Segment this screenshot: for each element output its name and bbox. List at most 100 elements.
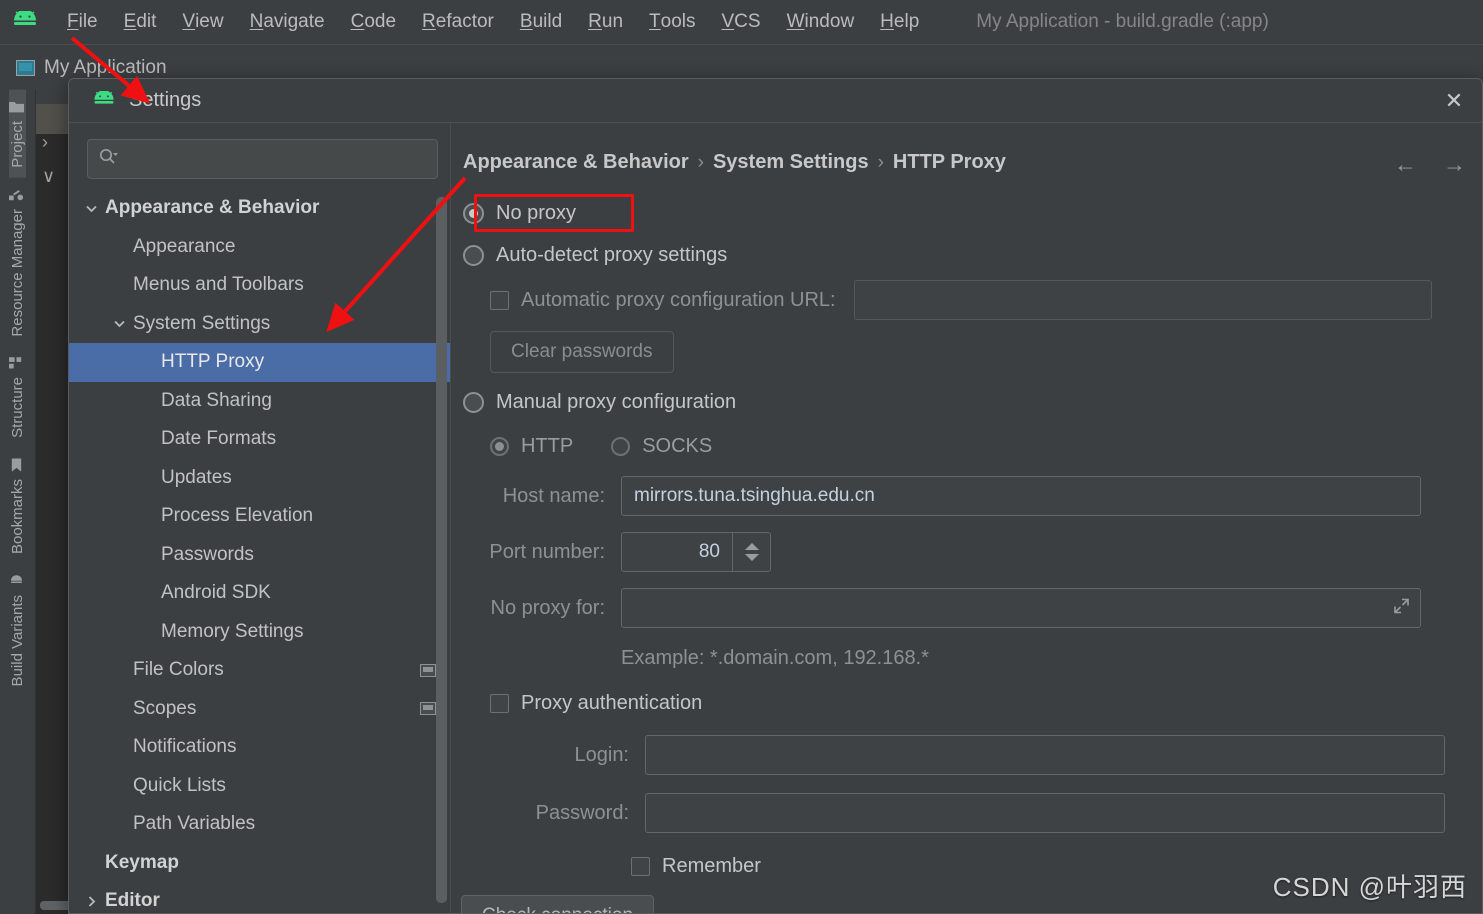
tree-item-passwords[interactable]: Passwords [69, 536, 450, 575]
auto-detect-radio[interactable] [463, 244, 484, 266]
tree-item-updates[interactable]: Updates [69, 459, 450, 498]
manual-proxy-radio[interactable] [463, 391, 484, 413]
no-proxy-for-input[interactable] [621, 588, 1421, 628]
tree-item-menus-and-toolbars[interactable]: Menus and Toolbars [69, 266, 450, 305]
expand-icon[interactable] [1393, 598, 1410, 619]
close-icon[interactable]: ✕ [1426, 79, 1482, 122]
menu-item-edit[interactable]: Edit [111, 0, 170, 44]
host-name-label: Host name: [502, 484, 605, 507]
pac-url-input[interactable] [853, 280, 1432, 320]
no-proxy-radio[interactable] [463, 202, 484, 224]
remember-checkbox[interactable] [631, 856, 650, 876]
port-number-stepper[interactable] [732, 533, 770, 571]
tool-window-label: Structure [9, 377, 26, 439]
tree-item-quick-lists[interactable]: Quick Lists [69, 767, 450, 806]
tree-item-editor[interactable]: Editor [69, 882, 450, 913]
breadcrumb-item-0[interactable]: Appearance & Behavior [463, 151, 689, 174]
project-scope-badge-icon [420, 702, 436, 716]
stepper-down-icon[interactable] [744, 554, 759, 561]
menu-item-refactor[interactable]: Refactor [409, 0, 507, 44]
arrow-right-icon[interactable]: → [1443, 151, 1466, 178]
tool-window-structure[interactable]: Structure [8, 346, 26, 448]
menu-item-code[interactable]: Code [338, 0, 409, 44]
clear-passwords-button[interactable]: Clear passwords [490, 331, 674, 373]
tree-item-label: Process Elevation [161, 505, 314, 527]
tree-item-memory-settings[interactable]: Memory Settings [69, 613, 450, 652]
tool-window-bookmarks[interactable]: Bookmarks [9, 448, 26, 564]
tree-item-notifications[interactable]: Notifications [69, 728, 450, 767]
proxy-auth-checkbox[interactable] [490, 693, 509, 713]
tree-expand-icon[interactable]: › [42, 132, 48, 153]
chevron-down-icon[interactable] [83, 200, 99, 216]
manual-proxy-option[interactable]: Manual proxy configuration [463, 380, 1482, 424]
http-radio[interactable] [490, 436, 509, 456]
chevron-down-icon[interactable] [111, 316, 127, 332]
auto-detect-option[interactable]: Auto-detect proxy settings [463, 234, 1482, 276]
menu-item-tools[interactable]: Tools [636, 0, 708, 44]
tool-window-resource-manager[interactable]: Resource Manager [8, 178, 26, 347]
project-icon [16, 59, 35, 76]
menu-item-vcs[interactable]: V CS [708, 0, 773, 44]
stepper-up-icon[interactable] [744, 543, 759, 550]
tree-item-appearance[interactable]: Appearance [69, 228, 450, 267]
tool-window-label: Project [9, 121, 26, 168]
http-proxy-form: No proxy Auto-detect proxy settings Auto… [451, 174, 1482, 913]
menu-item-navigate[interactable]: Navigate [237, 0, 338, 44]
remember-label: Remember [662, 854, 761, 877]
menu-item-run[interactable]: Run [575, 0, 636, 44]
menu-item-file[interactable]: File [54, 0, 111, 44]
tree-item-label: Data Sharing [161, 389, 272, 411]
proxy-auth-row[interactable]: Proxy authentication [490, 680, 1482, 726]
sidebar-scrollbar[interactable] [436, 197, 447, 903]
tree-item-keymap[interactable]: Keymap [69, 844, 450, 883]
tool-window-build-variants[interactable]: Build Variants [9, 564, 26, 696]
breadcrumb-item-1[interactable]: System Settings [713, 151, 869, 174]
search-box[interactable] [87, 139, 438, 179]
login-input[interactable] [645, 735, 1445, 775]
arrow-left-icon[interactable]: ← [1394, 151, 1417, 178]
check-connection-button[interactable]: Check connection [461, 895, 655, 913]
watermark: CSDN @叶羽西 [1272, 872, 1467, 902]
tree-item-http-proxy[interactable]: HTTP Proxy [69, 343, 450, 382]
host-name-row: Host name: mirrors.tuna.tsinghua.edu.cn [463, 468, 1482, 524]
tree-item-label: System Settings [133, 312, 271, 334]
tree-item-path-variables[interactable]: Path Variables [69, 805, 450, 844]
tree-item-system-settings[interactable]: System Settings [69, 305, 450, 344]
socks-radio[interactable] [611, 436, 631, 456]
menu-item-view[interactable]: View [169, 0, 236, 44]
password-label: Password: [535, 801, 629, 824]
menu-item-window[interactable]: Window [774, 0, 868, 44]
login-row: Login: [463, 726, 1482, 784]
project-chip[interactable]: My Application [16, 57, 167, 79]
tree-item-appearance-behavior[interactable]: Appearance & Behavior [69, 189, 450, 228]
tree-item-label: Android SDK [161, 582, 271, 604]
pac-url-checkbox[interactable] [490, 290, 509, 310]
tree-item-label: File Colors [133, 659, 224, 681]
tree-item-file-colors[interactable]: File Colors [69, 651, 450, 690]
no-proxy-label: No proxy [496, 201, 577, 224]
tree-item-label: Path Variables [133, 813, 256, 835]
tree-item-process-elevation[interactable]: Process Elevation [69, 497, 450, 536]
search-input[interactable] [124, 148, 427, 170]
tree-item-date-formats[interactable]: Date Formats [69, 420, 450, 459]
tree-collapse-icon[interactable]: ∨ [42, 166, 55, 187]
password-input[interactable] [645, 793, 1445, 833]
tree-item-data-sharing[interactable]: Data Sharing [69, 382, 450, 421]
project-name: My Application [44, 56, 167, 78]
tool-window-project[interactable]: Project [8, 90, 26, 178]
chevron-right-icon[interactable] [83, 893, 99, 909]
tree-item-scopes[interactable]: Scopes [69, 690, 450, 729]
host-name-input[interactable]: mirrors.tuna.tsinghua.edu.cn [621, 476, 1421, 516]
menu-item-build[interactable]: Build [507, 0, 575, 44]
no-proxy-option[interactable]: No proxy [463, 192, 1482, 234]
menu-item-help[interactable]: Help [867, 0, 932, 44]
tree-item-android-sdk[interactable]: Android SDK [69, 574, 450, 613]
port-number-input[interactable]: 80 [621, 532, 771, 572]
